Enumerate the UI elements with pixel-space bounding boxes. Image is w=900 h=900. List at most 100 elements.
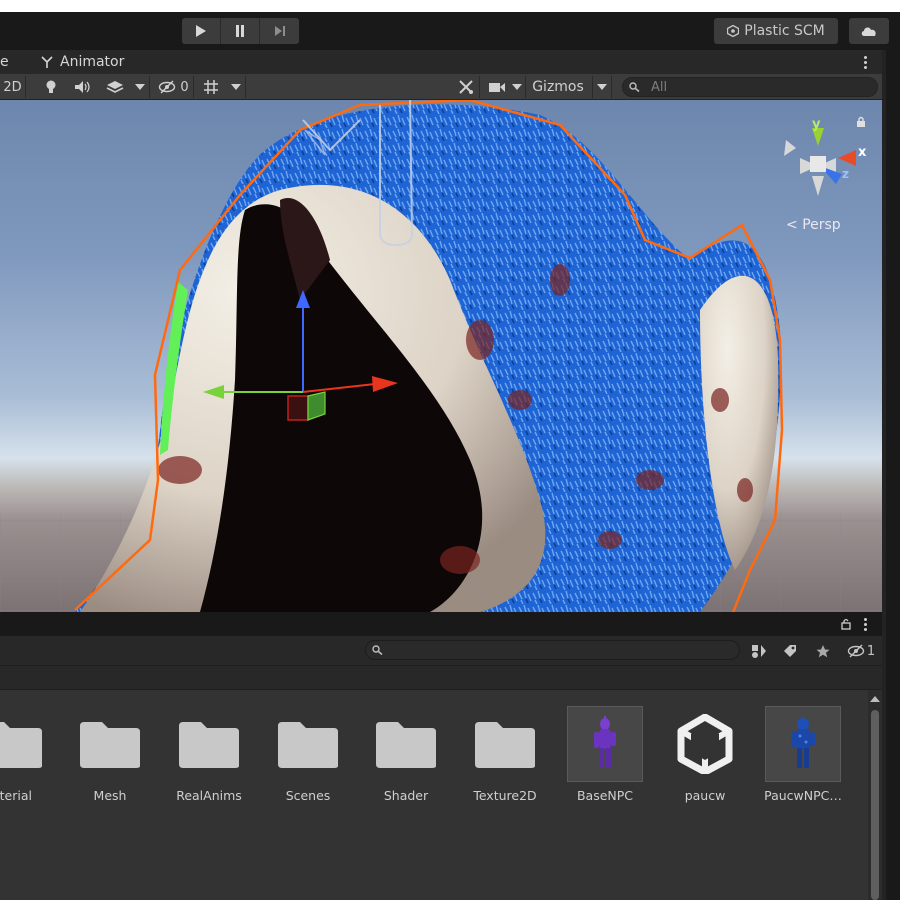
asset-scrollbar[interactable] [868,690,882,900]
orientation-gizmo[interactable] [784,128,856,196]
filter-by-label-button[interactable] [778,640,802,662]
camera-toggle[interactable] [486,76,508,98]
scene-menu-icon[interactable] [858,53,872,71]
scene-lock-icon[interactable] [855,116,867,132]
asset-label: paucw [684,788,726,803]
cloud-button[interactable] [849,18,889,44]
asset-item-paucwnpc[interactable]: PaucwNPC… [753,690,853,820]
hidden-count: 0 [180,79,189,95]
hidden-packages-count: 1 [866,643,876,659]
lighting-toggle[interactable] [38,76,64,98]
step-button[interactable] [260,18,299,44]
scroll-up-icon[interactable] [870,696,880,702]
chevron-down-icon [597,84,607,90]
gizmos-button[interactable]: Gizmos [528,76,588,98]
asset-item-scenes[interactable]: Scenes [258,690,358,820]
play-icon [196,25,206,37]
search-icon [629,82,640,92]
plastic-scm-icon [727,25,740,37]
step-icon [274,26,285,36]
asset-item-mesh[interactable]: Mesh [60,690,160,820]
gizmos-label: Gizmos [532,79,584,95]
scene-search-field[interactable]: All [622,77,878,97]
folder-icon [270,706,346,782]
play-button[interactable] [182,18,221,44]
blue-character-icon [765,706,841,782]
scene-search-placeholder: All [651,79,668,95]
unity-logo-icon [667,706,743,782]
folder-icon [368,706,444,782]
grid-dropdown[interactable] [226,76,246,98]
asset-item-basenpc[interactable]: BaseNPC [555,690,655,820]
filter-by-type-button[interactable] [748,640,770,662]
asset-item-realanims[interactable]: RealAnims [159,690,259,820]
grid-toggle[interactable] [198,76,224,98]
main-toolbar: Plastic SCM [0,0,900,50]
star-icon [816,645,830,658]
lightbulb-icon [46,80,56,93]
plastic-scm-button[interactable]: Plastic SCM [714,18,838,44]
animator-icon [41,56,53,68]
asset-item-texture2d[interactable]: Texture2D [455,690,555,820]
scrollbar-handle[interactable] [871,710,879,900]
effects-dropdown[interactable] [130,76,150,98]
panel-divider [0,612,882,636]
perspective-toggle[interactable]: < Persp [786,217,841,233]
chevron-down-icon [511,84,522,90]
folder-icon [171,706,247,782]
purple-character-icon [567,706,643,782]
project-search-field[interactable] [365,640,740,660]
folder-icon [0,706,50,782]
2d-toggle[interactable]: 2D [0,76,26,98]
pause-button[interactable] [221,18,260,44]
asset-item-shader[interactable]: Shader [356,690,456,820]
divider-line [882,50,886,900]
scene-render: y x z [0,100,882,612]
playback-controls [182,18,299,44]
asset-label: PaucwNPC… [764,788,842,803]
asset-label: aterial [0,788,32,803]
asset-label: Mesh [93,788,127,803]
pause-icon [236,25,244,37]
scene-tab-bar: e Animator [0,50,882,74]
asset-label: BaseNPC [576,788,634,803]
camera-icon [489,83,505,92]
window-right-border [882,50,900,900]
tools-toggle[interactable] [452,76,480,98]
axis-x-label: x [858,145,867,160]
breadcrumb [0,666,882,690]
scene-visibility-toggle[interactable]: 0 [154,76,194,98]
chevron-down-icon [134,84,145,90]
chevron-down-icon [230,84,241,90]
asset-label: Shader [383,788,429,803]
camera-dropdown[interactable] [508,76,526,98]
grid-icon [204,80,218,94]
scene-viewport[interactable]: y x z < Persp [0,100,882,612]
window-edge [0,0,900,12]
folder-icon [467,706,543,782]
asset-item-material[interactable]: aterial [0,690,62,820]
asset-label: Texture2D [473,788,537,803]
axis-z-label: z [842,167,849,181]
tab-animator[interactable]: Animator [40,50,124,74]
speaker-icon [75,81,90,93]
cloud-icon [861,27,876,36]
project-menu-icon[interactable] [858,615,872,633]
2d-label: 2D [3,79,22,95]
effects-toggle[interactable] [102,76,128,98]
gizmos-dropdown[interactable] [592,76,612,98]
panel-lock-icon[interactable] [840,618,852,634]
hidden-packages-toggle[interactable]: 1 [844,640,878,662]
tab-scene[interactable]: e [0,50,9,74]
scene-toolbar: 2D 0 Gizmos All [0,74,882,100]
persp-label: Persp [802,217,841,233]
favorite-button[interactable] [810,640,836,662]
tab-scene-label: e [0,54,9,70]
filter-type-icon [752,645,766,658]
chevron-left-icon: < [786,217,798,233]
eye-slash-icon [847,644,865,658]
asset-grid: aterial Mesh RealAnims Scenes Shader Tex… [0,690,868,900]
audio-toggle[interactable] [68,76,98,98]
tab-animator-label: Animator [60,54,125,70]
asset-item-paucw[interactable]: paucw [655,690,755,820]
